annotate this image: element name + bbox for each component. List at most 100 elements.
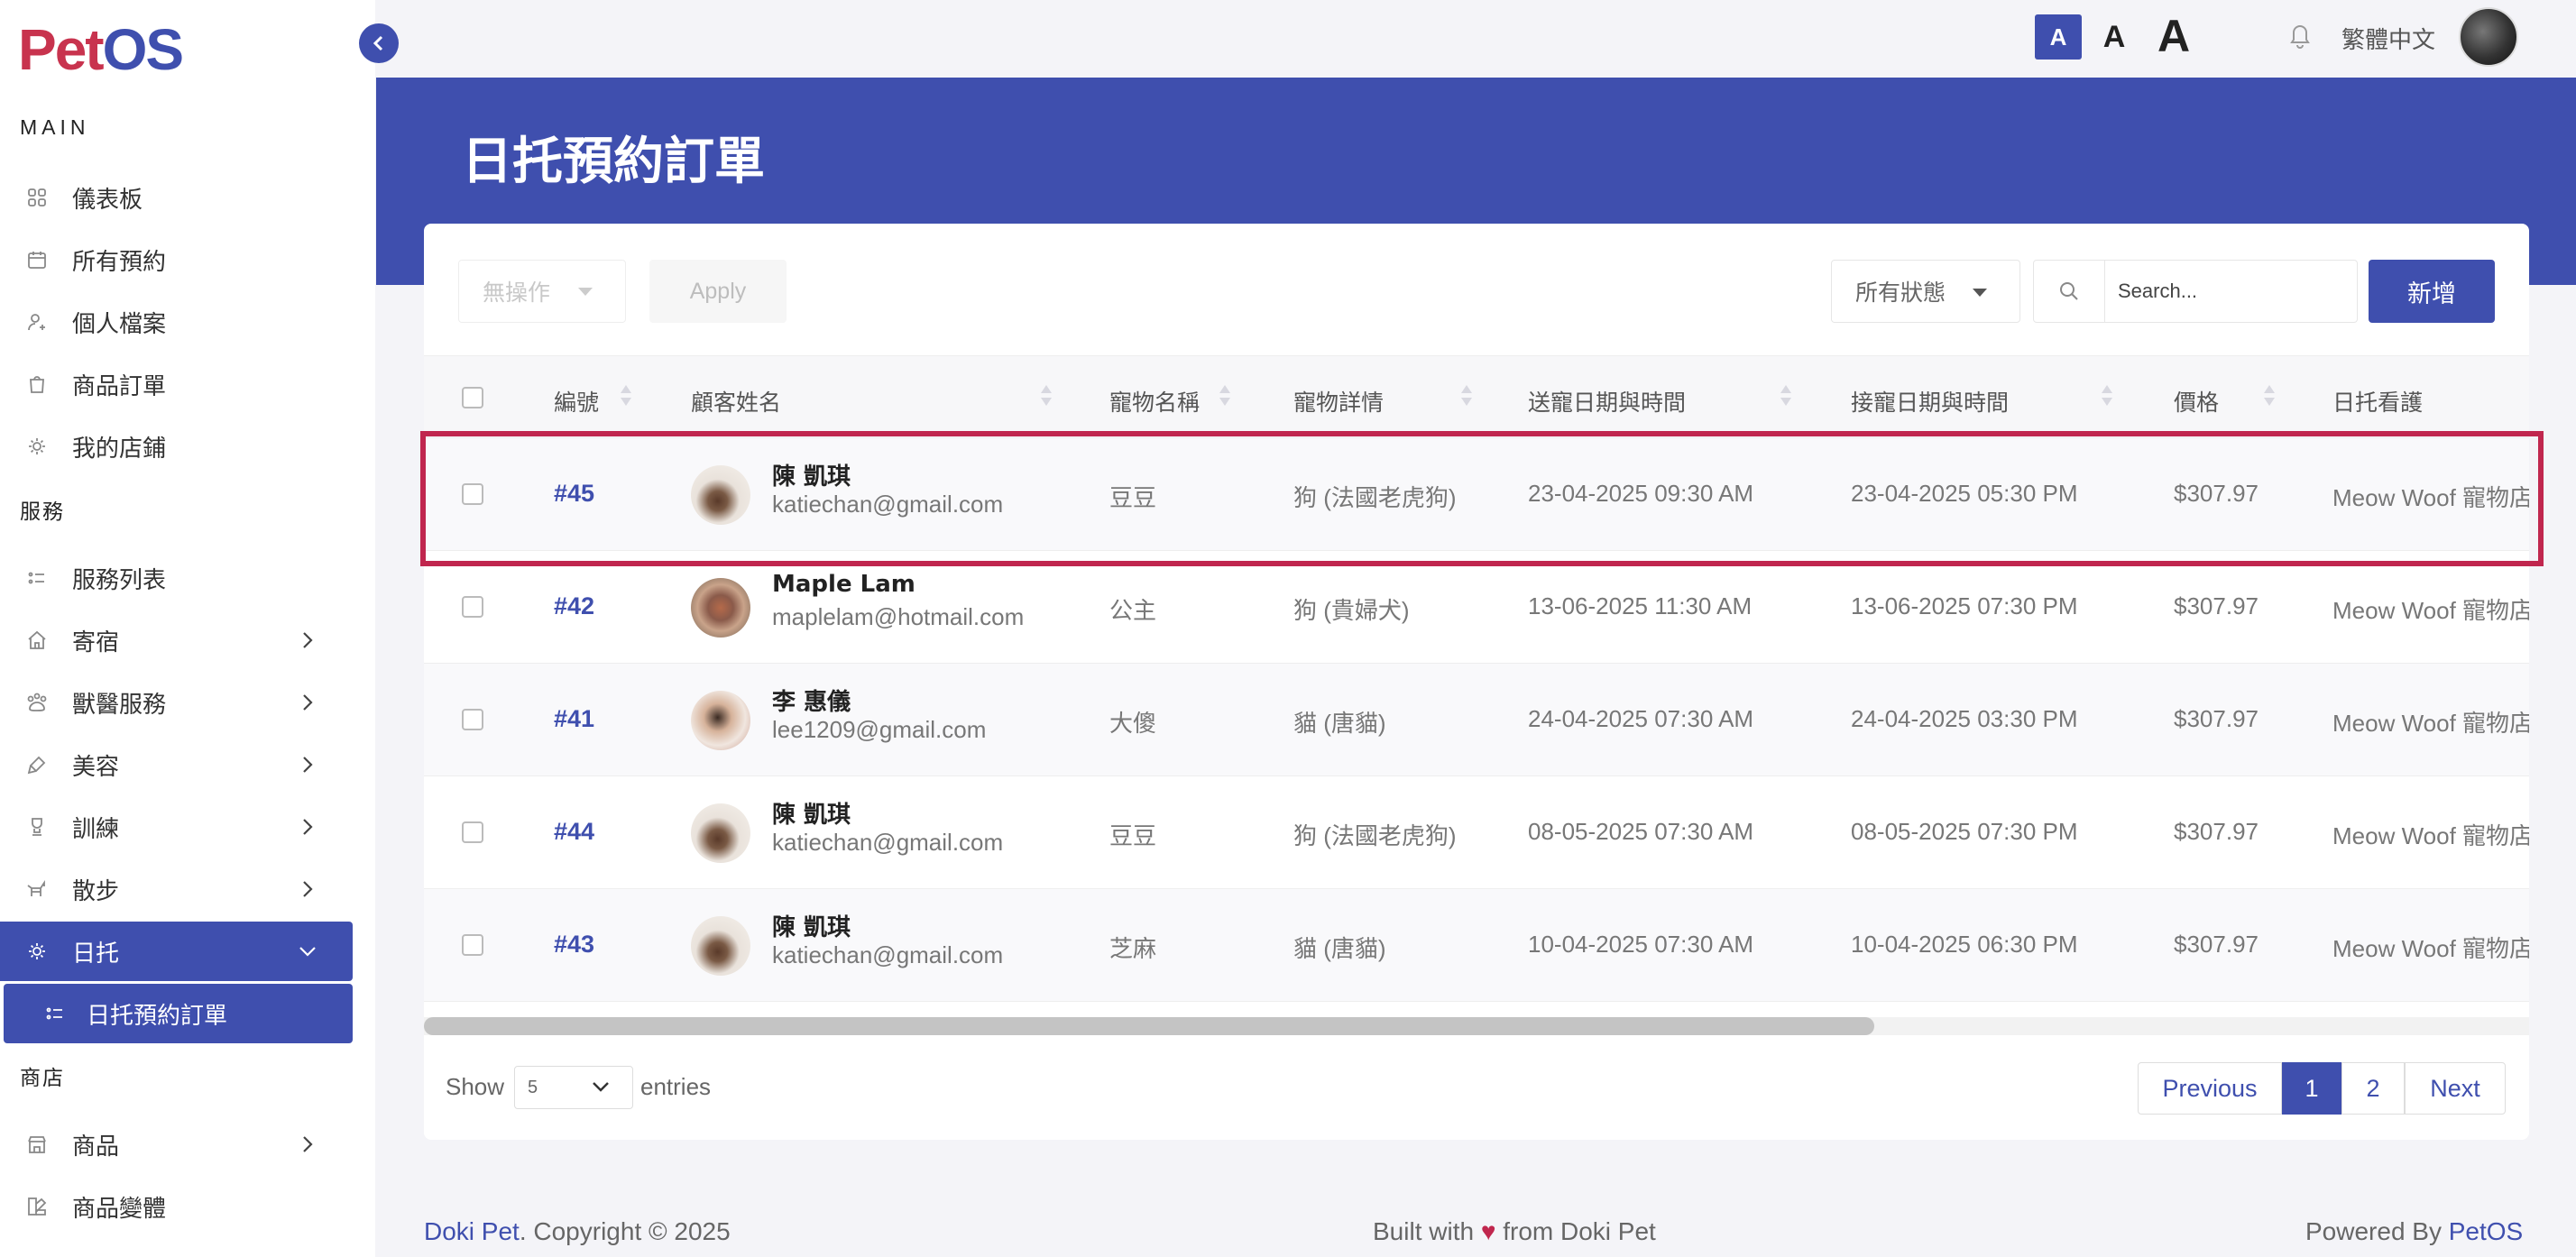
sidebar-item-boarding[interactable]: 寄宿 (0, 610, 353, 670)
dropoff-datetime: 10-04-2025 07:30 AM (1528, 931, 1754, 958)
order-id-link[interactable]: #42 (554, 592, 594, 620)
sidebar-item-label: 商品訂單 (72, 372, 167, 399)
sort-icon[interactable] (2264, 383, 2275, 410)
sidebar-item-product-orders[interactable]: 商品訂單 (0, 354, 353, 414)
next-page-button[interactable]: Next (2405, 1062, 2506, 1115)
horizontal-scrollbar-thumb[interactable] (424, 1017, 1874, 1035)
sort-icon[interactable] (1780, 383, 1791, 410)
apply-button[interactable]: Apply (649, 260, 787, 323)
column-header-id[interactable]: 編號 (554, 385, 599, 417)
brush-icon (25, 753, 49, 776)
sort-icon[interactable] (1461, 383, 1472, 410)
table-row[interactable]: #42 Maple Lam maplelam@hotmail.com 公主 狗 … (424, 551, 2529, 664)
bulk-action-select[interactable]: 無操作 (458, 260, 626, 323)
table-row[interactable]: #44 陳 凱琪 katiechan@gmail.com 豆豆 狗 (法國老虎狗… (424, 776, 2529, 889)
status-filter-select[interactable]: 所有狀態 (1831, 260, 2020, 323)
sidebar-collapse-button[interactable] (359, 23, 399, 63)
search-input[interactable] (2105, 260, 2358, 323)
footer-brand-link[interactable]: Doki Pet (424, 1217, 520, 1245)
pet-name: 大傻 (1109, 710, 1157, 737)
sidebar-item-profile[interactable]: 個人檔案 (0, 292, 353, 352)
chevron-right-icon (297, 692, 318, 713)
page-1-button[interactable]: 1 (2282, 1062, 2341, 1115)
status-filter-value: 所有狀態 (1855, 280, 1946, 306)
shopping-bag-icon (25, 372, 49, 396)
customer-name: Maple Lam (772, 571, 915, 598)
chevron-right-icon (297, 754, 318, 775)
row-highlight-box (420, 431, 2544, 566)
row-checkbox[interactable] (462, 934, 483, 956)
section-title-main: MAIN (20, 115, 90, 139)
customer-name: 陳 凱琪 (772, 914, 851, 941)
sort-icon[interactable] (2102, 383, 2112, 410)
sidebar-item-daycare-orders[interactable]: 日托預約訂單 (4, 984, 353, 1043)
petos-logo[interactable]: PetOS (18, 16, 184, 83)
sort-icon[interactable] (1041, 383, 1052, 410)
language-switcher[interactable]: 繁體中文 (2341, 22, 2435, 55)
search-icon[interactable] (2033, 260, 2105, 323)
pickup-datetime: 24-04-2025 03:30 PM (1851, 705, 2078, 732)
sidebar-item-product-variants[interactable]: 商品變體 (0, 1177, 353, 1236)
order-id-link[interactable]: #41 (554, 705, 594, 733)
select-all-checkbox[interactable] (462, 387, 483, 408)
sidebar-item-daycare[interactable]: 日托 (0, 922, 353, 981)
avatar (691, 578, 750, 638)
bell-icon[interactable] (2287, 22, 2313, 49)
price: $307.97 (2174, 818, 2259, 845)
heart-icon: ♥ (1480, 1217, 1496, 1245)
price: $307.97 (2174, 705, 2259, 732)
page-2-button[interactable]: 2 (2341, 1062, 2405, 1115)
font-size-medium-button[interactable]: A (2093, 14, 2136, 60)
table-row[interactable]: #41 李 惠儀 lee1209@gmail.com 大傻 貓 (唐貓) 24-… (424, 664, 2529, 776)
font-size-small-button[interactable]: A (2035, 14, 2082, 60)
sidebar-item-walking[interactable]: 散步 (0, 859, 353, 919)
sidebar-item-label: 所有預約 (72, 247, 167, 275)
sidebar-item-products[interactable]: 商品 (0, 1115, 353, 1174)
user-avatar[interactable] (2459, 7, 2518, 67)
copyright-text: . Copyright © 2025 (519, 1217, 731, 1245)
user-icon (25, 310, 49, 334)
chevron-right-icon (297, 878, 318, 900)
sidebar-item-label: 寄宿 (72, 628, 120, 656)
footer-powered-by: Powered By PetOS (2305, 1217, 2523, 1246)
sort-icon[interactable] (1219, 383, 1230, 410)
sidebar-item-dashboard[interactable]: 儀表板 (0, 168, 353, 227)
sidebar-item-grooming[interactable]: 美容 (0, 735, 353, 794)
column-header-pet-detail[interactable]: 寵物詳情 (1293, 385, 1384, 417)
column-header-dropoff[interactable]: 送寵日期與時間 (1528, 385, 1686, 417)
row-checkbox[interactable] (462, 821, 483, 843)
sidebar-item-label: 獸醫服務 (72, 690, 167, 718)
font-size-large-button[interactable]: A (2147, 9, 2201, 63)
sidebar-item-training[interactable]: 訓練 (0, 797, 353, 857)
row-checkbox[interactable] (462, 596, 483, 618)
order-id-link[interactable]: #43 (554, 931, 594, 959)
column-header-caretaker[interactable]: 日托看護 (2332, 385, 2423, 417)
sidebar-item-vet[interactable]: 獸醫服務 (0, 673, 353, 732)
sidebar-item-label: 商品變體 (72, 1194, 167, 1222)
show-label: Show (446, 1073, 505, 1100)
sidebar-item-service-list[interactable]: 服務列表 (0, 548, 353, 608)
chevron-down-icon (593, 1082, 609, 1092)
list-icon (43, 1002, 67, 1025)
sidebar-item-my-store[interactable]: 我的店鋪 (0, 417, 353, 476)
previous-page-button[interactable]: Previous (2138, 1062, 2282, 1115)
built-from-text: from Doki Pet (1495, 1217, 1656, 1245)
row-checkbox[interactable] (462, 709, 483, 730)
sidebar-item-all-bookings[interactable]: 所有預約 (0, 230, 353, 289)
table-row[interactable]: #43 陳 凱琪 katiechan@gmail.com 芝麻 貓 (唐貓) 1… (424, 889, 2529, 1002)
table-header: 編號 顧客姓名 寵物名稱 寵物詳情 送寵日期與時間 接寵日期與時間 價格 日托看… (424, 355, 2529, 438)
add-button[interactable]: 新增 (2369, 260, 2495, 323)
sidebar-item-label: 日托預約訂單 (87, 1001, 228, 1029)
column-header-pickup[interactable]: 接寵日期與時間 (1851, 385, 2009, 417)
dashboard-icon (25, 186, 49, 209)
order-id-link[interactable]: #44 (554, 818, 594, 846)
entries-per-page-select[interactable]: 5 (514, 1066, 633, 1109)
customer-email: katiechan@gmail.com (772, 941, 1004, 968)
sort-icon[interactable] (621, 383, 631, 410)
pet-detail: 狗 (貴婦犬) (1293, 597, 1410, 624)
column-header-price[interactable]: 價格 (2174, 385, 2219, 417)
chevron-left-icon (373, 35, 383, 51)
column-header-pet-name[interactable]: 寵物名稱 (1109, 385, 1200, 417)
petos-link[interactable]: PetOS (2449, 1217, 2523, 1245)
column-header-customer[interactable]: 顧客姓名 (691, 385, 781, 417)
